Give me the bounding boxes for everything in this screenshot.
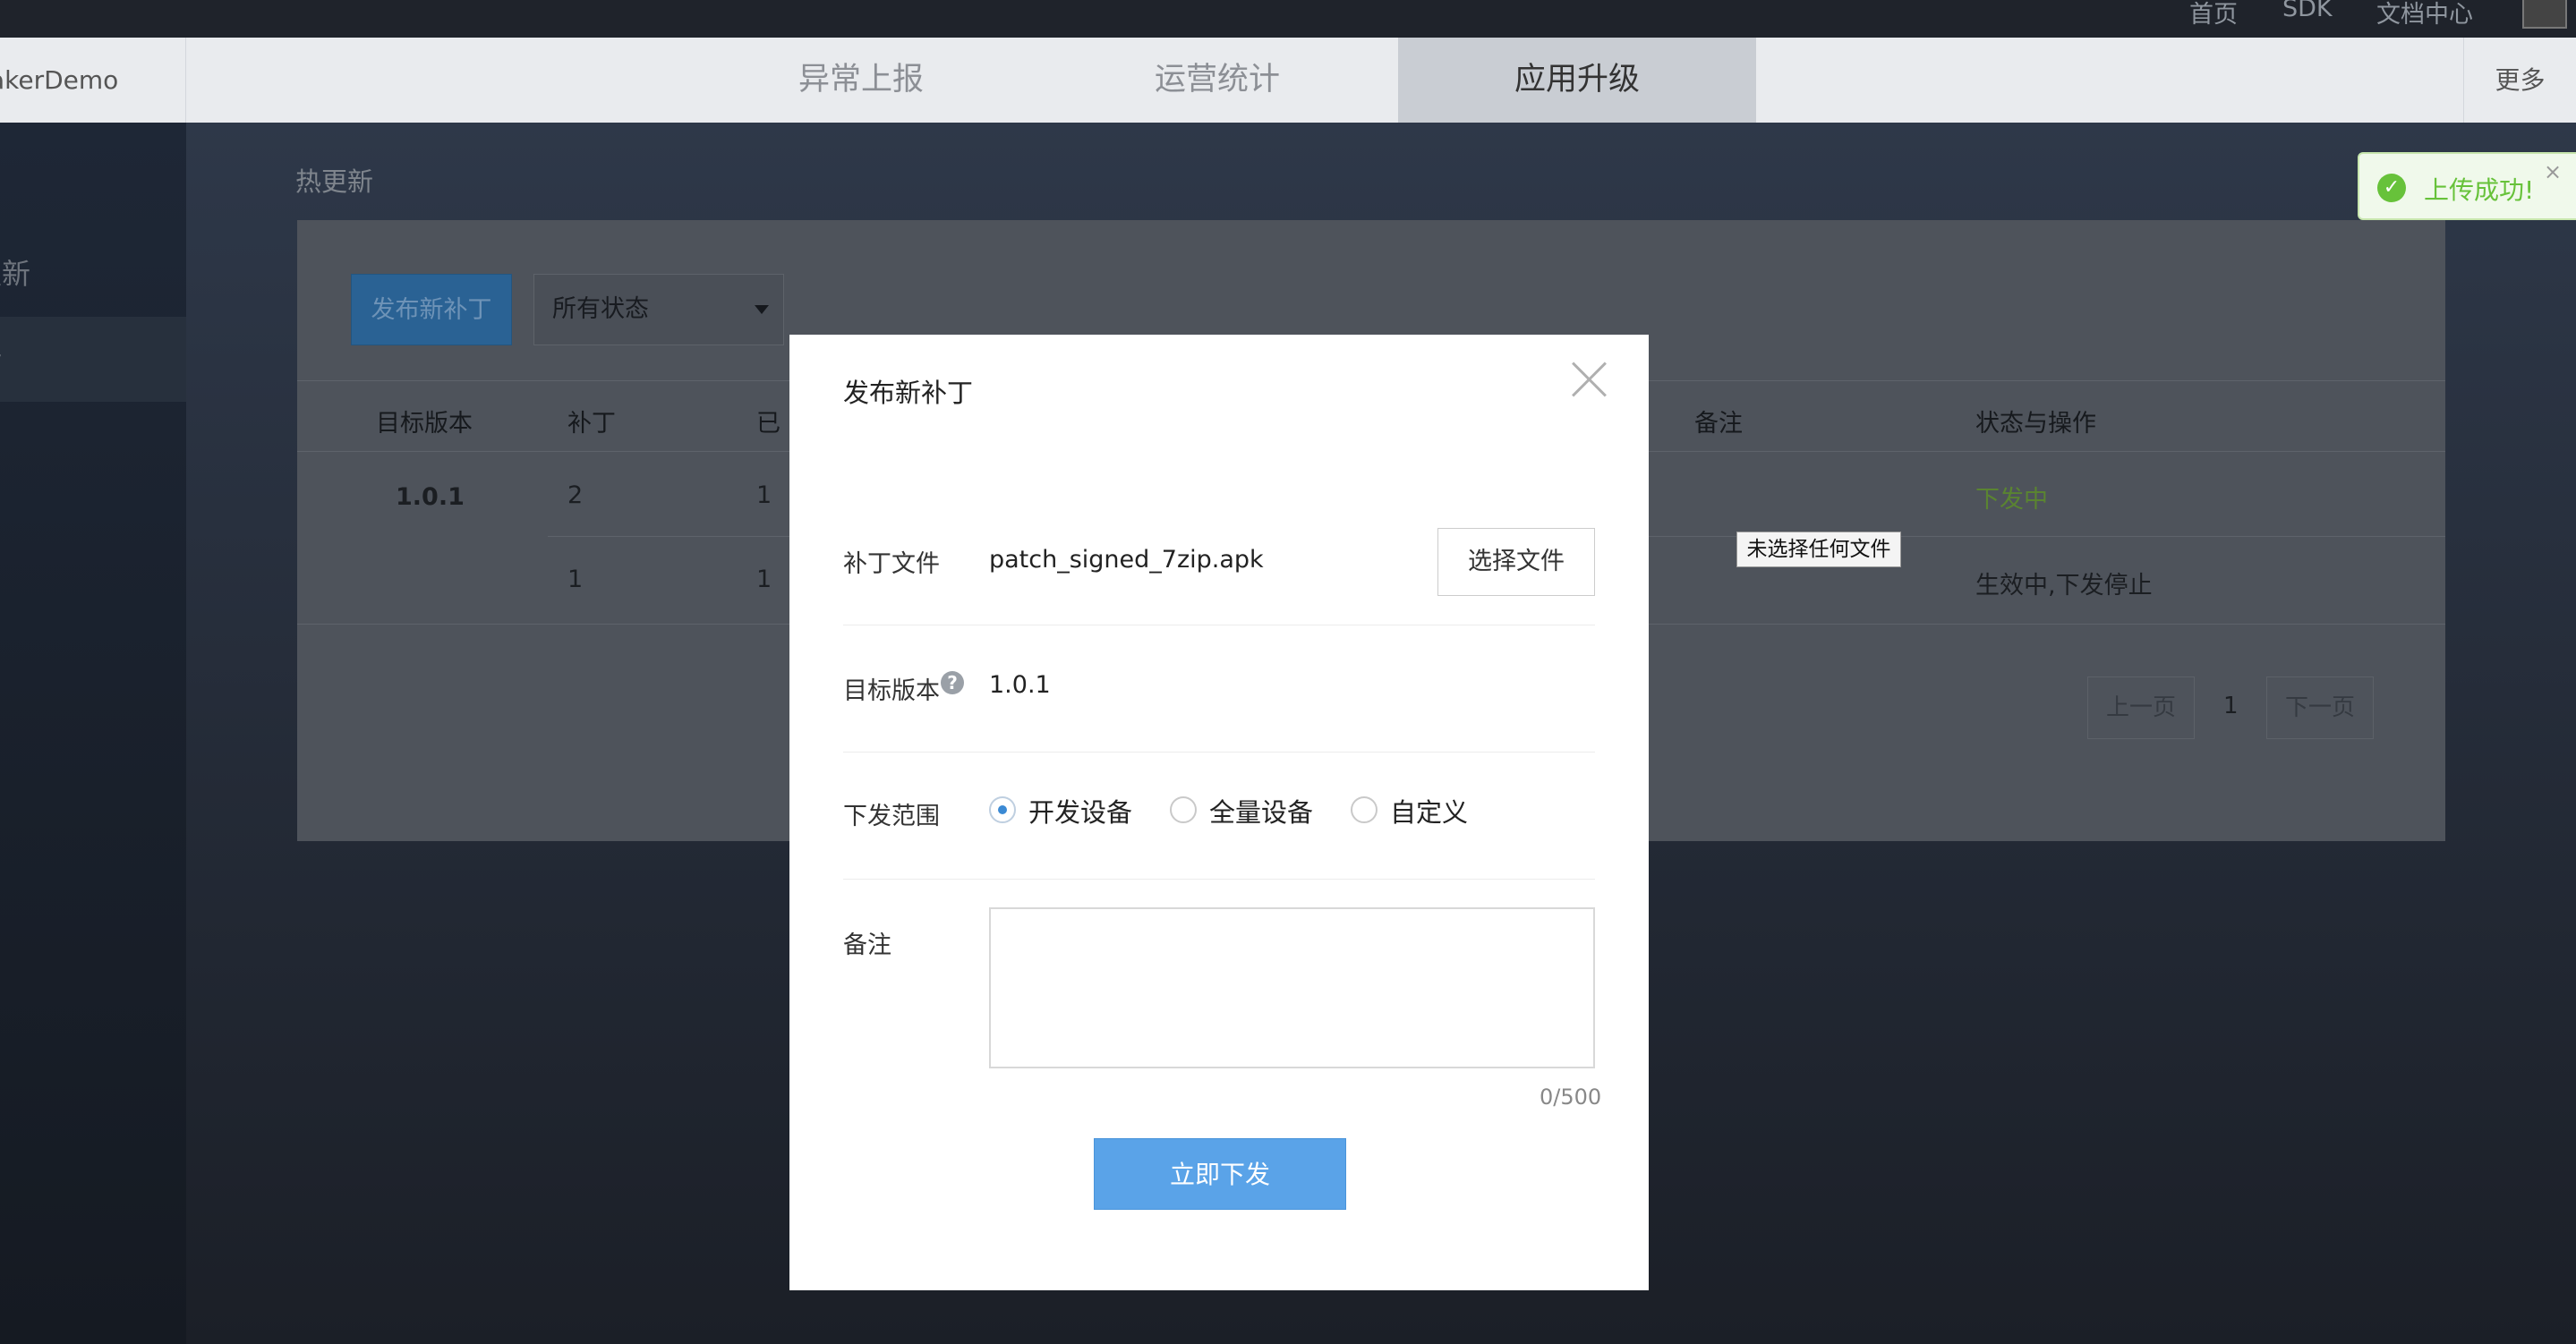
top-bar: 首页 SDK 文档中心: [0, 0, 2576, 38]
scope-radio-custom[interactable]: [1351, 796, 1378, 823]
dialog-title: 发布新补丁: [843, 378, 974, 408]
prev-page-button[interactable]: 上一页: [2087, 676, 2195, 739]
page-title: 热更新: [295, 166, 374, 197]
next-page-button[interactable]: 下一页: [2266, 676, 2374, 739]
check-circle-icon: ✓: [2377, 174, 2406, 202]
header-target-version: 目标版本: [376, 410, 473, 438]
version-value: 1.0.1: [989, 671, 1051, 699]
docs-link[interactable]: 文档中心: [2376, 0, 2473, 30]
close-icon[interactable]: [1570, 360, 1609, 399]
app-name[interactable]: akerDemo: [0, 38, 186, 123]
toast-message: 上传成功!: [2424, 175, 2535, 205]
close-icon[interactable]: ×: [2544, 159, 2562, 184]
divider: [843, 752, 1595, 753]
row-version: 1.0.1: [396, 483, 465, 511]
file-name: patch_signed_7zip.apk: [989, 546, 1264, 574]
submit-button[interactable]: 立即下发: [1094, 1138, 1346, 1210]
row-patch: 2: [567, 481, 584, 509]
choose-file-button[interactable]: 选择文件: [1437, 528, 1595, 596]
scope-option-custom[interactable]: 自定义: [1390, 792, 1468, 829]
file-label: 补丁文件: [843, 550, 940, 578]
help-icon[interactable]: ?: [941, 671, 964, 694]
header-status: 状态与操作: [1975, 410, 2096, 438]
home-link[interactable]: 首页: [2189, 0, 2238, 30]
scope-radio-all[interactable]: [1170, 796, 1197, 823]
more-menu[interactable]: 更多: [2463, 38, 2576, 123]
status-filter-select[interactable]: 所有状态: [533, 274, 784, 345]
row-col3: 1: [756, 566, 772, 593]
sidebar-item-update[interactable]: 更新: [0, 232, 186, 317]
header-note: 备注: [1694, 410, 1743, 438]
row-status[interactable]: 生效中,下发停止: [1975, 566, 2153, 600]
page-number[interactable]: 1: [2223, 693, 2239, 719]
note-label: 备注: [843, 931, 891, 959]
scope-option-all[interactable]: 全量设备: [1209, 792, 1313, 829]
sidebar: 更新 新: [0, 123, 186, 1344]
scope-label: 下发范围: [843, 803, 940, 830]
version-label: 目标版本: [843, 677, 940, 705]
header-patch: 补丁: [567, 410, 616, 438]
nav-bar: akerDemo 异常上报 运营统计 应用升级 更多: [0, 38, 2576, 123]
row-col3: 1: [756, 481, 772, 509]
char-counter: 0/500: [1540, 1085, 1602, 1110]
tab-operation-stats[interactable]: 运营统计: [1110, 38, 1325, 123]
publish-patch-button[interactable]: 发布新补丁: [351, 274, 512, 345]
file-tooltip: 未选择任何文件: [1736, 532, 1901, 567]
sdk-link[interactable]: SDK: [2282, 0, 2333, 22]
row-patch: 1: [567, 566, 584, 593]
chevron-down-icon: [755, 305, 769, 314]
note-textarea[interactable]: [989, 907, 1595, 1068]
divider: [843, 879, 1595, 880]
tab-app-upgrade[interactable]: 应用升级: [1398, 38, 1756, 123]
tab-crash-report[interactable]: 异常上报: [754, 38, 968, 123]
scope-radio-dev[interactable]: [989, 796, 1016, 823]
success-toast: ✓ 上传成功! ×: [2358, 152, 2576, 220]
header-col3: 已: [756, 410, 780, 438]
publish-patch-dialog: 发布新补丁 补丁文件 patch_signed_7zip.apk 选择文件 目标…: [789, 335, 1649, 1290]
sidebar-item-hotfix[interactable]: 新: [0, 317, 186, 402]
scope-option-dev[interactable]: 开发设备: [1028, 792, 1132, 829]
row-status[interactable]: 下发中: [1975, 480, 2048, 515]
avatar[interactable]: [2522, 0, 2567, 29]
